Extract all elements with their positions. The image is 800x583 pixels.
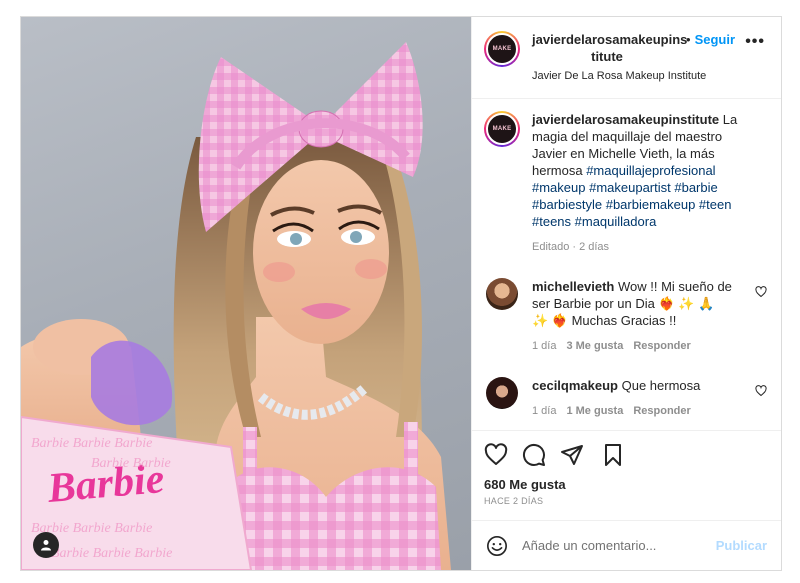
post-panel: MAKE javierdelarosamakeupins titute • Se… — [471, 17, 781, 570]
comments-list[interactable]: MAKE javierdelarosamakeupinstitute La ma… — [472, 99, 781, 430]
caption-avatar[interactable]: MAKE — [484, 111, 520, 147]
likes-count[interactable]: 680 Me gusta — [484, 477, 767, 492]
username-line1: javierdelarosamakeupins — [532, 32, 688, 47]
reply-button[interactable]: Responder — [633, 338, 690, 355]
reply-button[interactable]: Responder — [633, 403, 690, 420]
comment-item: michellevieth Wow !! Mi sueño de ser Bar… — [484, 278, 767, 355]
post-header: MAKE javierdelarosamakeupins titute • Se… — [472, 17, 781, 99]
more-options-icon[interactable]: ••• — [745, 34, 765, 50]
caption-meta: Editado · 2 días — [532, 241, 610, 253]
username-line2: titute — [591, 49, 623, 64]
user-tag-icon — [41, 540, 51, 551]
add-comment-bar: Publicar — [472, 520, 781, 570]
svg-text:Barbie Barbie Barbie: Barbie Barbie Barbie — [31, 436, 152, 451]
avatar-logo: MAKE — [486, 33, 518, 65]
photo-illustration: Barbie Barbie Barbie Barbie Barbie Barbi… — [21, 42, 451, 570]
comment-time: 1 día — [532, 340, 557, 352]
comment-input[interactable] — [522, 538, 716, 553]
user-tag-button[interactable] — [33, 532, 59, 558]
post-photo[interactable]: Barbie Barbie Barbie Barbie Barbie Barbi… — [21, 17, 471, 570]
comment-avatar[interactable] — [486, 278, 518, 310]
svg-text:Barbie Barbie Barbie: Barbie Barbie Barbie — [51, 546, 172, 561]
profile-avatar[interactable]: MAKE — [484, 31, 520, 67]
comment-like-heart-icon[interactable] — [755, 286, 767, 298]
header-subtitle: Javier De La Rosa Makeup Institute — [532, 70, 707, 82]
caption: MAKE javierdelarosamakeupinstitute La ma… — [484, 111, 767, 256]
comment-time: 1 día — [532, 405, 557, 417]
emoji-icon[interactable] — [486, 535, 508, 557]
comment-likes[interactable]: 3 Me gusta — [566, 338, 623, 355]
comment-like-heart-icon[interactable] — [755, 385, 767, 397]
separator-dot: • — [686, 32, 691, 47]
comment-text: Que hermosa — [618, 378, 701, 393]
comment-icon[interactable] — [522, 443, 546, 467]
header-username[interactable]: javierdelarosamakeupins titute — [532, 31, 687, 65]
avatar-logo: MAKE — [486, 113, 518, 145]
instagram-post: Barbie Barbie Barbie Barbie Barbie Barbi… — [20, 16, 782, 571]
comment-item: cecilqmakeup Que hermosa 1 día 1 Me gust… — [484, 377, 767, 420]
share-icon[interactable] — [560, 443, 584, 467]
bookmark-icon[interactable] — [601, 443, 625, 467]
post-date: HACE 2 DÍAS — [484, 496, 544, 506]
publish-button[interactable]: Publicar — [716, 538, 767, 553]
comment-username[interactable]: cecilqmakeup — [532, 378, 618, 393]
comment-username[interactable]: michellevieth — [532, 279, 614, 294]
caption-username[interactable]: javierdelarosamakeupinstitute — [532, 112, 719, 127]
heart-icon[interactable] — [484, 443, 508, 467]
comment-likes[interactable]: 1 Me gusta — [566, 403, 623, 420]
svg-text:Barbie Barbie: Barbie Barbie — [91, 456, 171, 471]
follow-button[interactable]: Seguir — [695, 31, 735, 48]
action-bar: 680 Me gusta HACE 2 DÍAS — [472, 430, 781, 520]
comment-avatar[interactable] — [486, 377, 518, 409]
